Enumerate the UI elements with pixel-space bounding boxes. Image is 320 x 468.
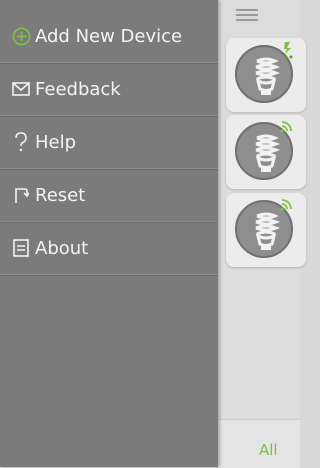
question-icon: [11, 132, 31, 152]
menu-icon[interactable]: [236, 6, 258, 24]
menu-item-about[interactable]: About: [0, 222, 218, 275]
device-card[interactable]: [226, 193, 306, 267]
info-document-icon: [11, 238, 31, 258]
add-circle-icon: [11, 26, 31, 46]
plug-badge-icon: [284, 42, 293, 59]
menu-item-feedback[interactable]: Feedback: [0, 63, 218, 116]
menu-item-label: Help: [35, 131, 77, 153]
drawer-menu: Add New Device Feedback Help Reset About: [0, 0, 218, 275]
device-card[interactable]: [226, 38, 306, 112]
reset-icon: [11, 185, 31, 205]
envelope-icon: [11, 79, 31, 99]
menu-item-reset[interactable]: Reset: [0, 169, 218, 222]
menu-item-label: About: [35, 237, 89, 259]
bottom-tab-bar: All: [218, 419, 300, 468]
menu-item-label: Feedback: [35, 78, 121, 100]
wifi-icon: [280, 121, 292, 133]
menu-item-label: Reset: [35, 184, 86, 206]
menu-item-label: Add New Device: [35, 25, 183, 47]
device-card[interactable]: [226, 115, 306, 189]
wifi-icon: [280, 199, 292, 211]
menu-item-add-new-device[interactable]: Add New Device: [0, 10, 218, 63]
tab-all[interactable]: All: [259, 441, 278, 459]
navigation-drawer: Add New Device Feedback Help Reset About: [0, 0, 218, 467]
menu-item-help[interactable]: Help: [0, 116, 218, 169]
